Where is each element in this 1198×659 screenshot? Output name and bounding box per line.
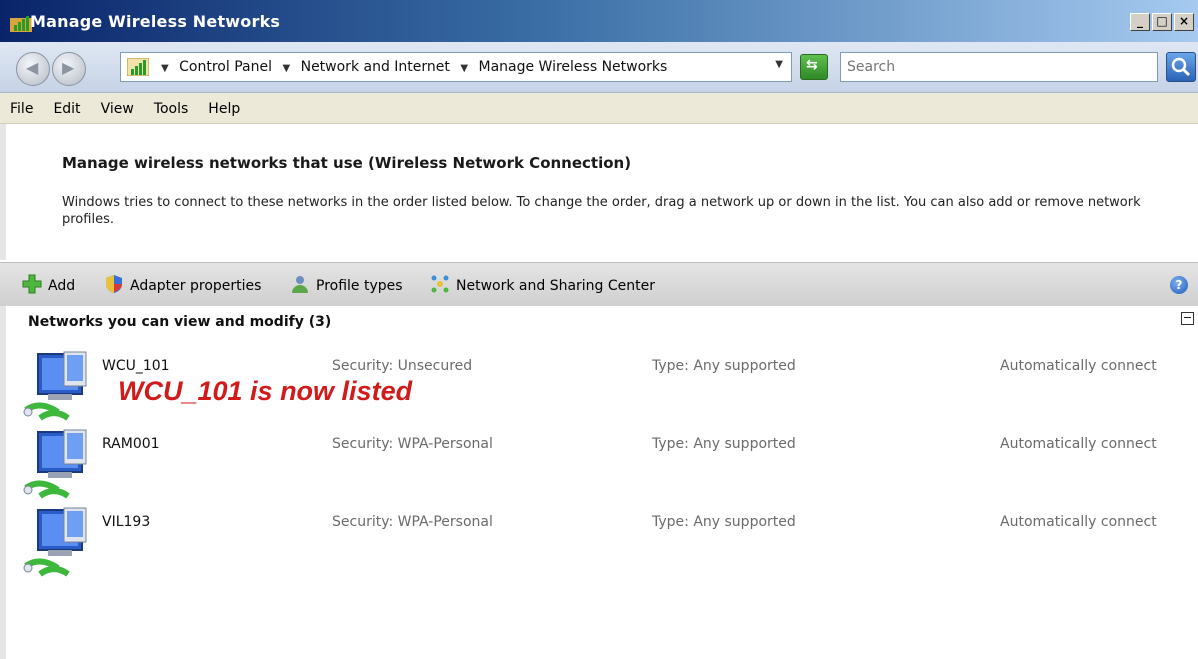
menu-file[interactable]: File xyxy=(0,93,43,117)
network-name: VIL193 xyxy=(102,514,151,530)
refresh-icon: ⇆ xyxy=(806,57,818,73)
user-icon xyxy=(292,276,308,293)
network-type: Type: Any supported xyxy=(652,514,796,530)
network-name: WCU_101 xyxy=(102,358,170,374)
help-button[interactable]: ? xyxy=(1170,276,1188,294)
collapse-button[interactable]: − xyxy=(1181,312,1194,325)
manage-wireless-networks-window: Manage Wireless Networks _ □ × ◀ ▶ ▼ Con… xyxy=(0,0,1198,659)
search-icon xyxy=(1171,57,1191,77)
network-list: Networks you can view and modify (3) − W… xyxy=(0,306,1198,659)
back-button[interactable]: ◀ xyxy=(16,52,50,86)
breadcrumb-network-internet[interactable]: Network and Internet xyxy=(301,59,450,75)
menu-bar: File Edit View Tools Help xyxy=(0,93,1198,124)
address-toolbar: ◀ ▶ ▼ Control Panel ▼ Network and Intern… xyxy=(0,42,1198,93)
network-row[interactable]: RAM001 Security: WPA-Personal Type: Any … xyxy=(6,426,1196,502)
shield-icon xyxy=(106,275,122,293)
title-bar[interactable]: Manage Wireless Networks _ □ × xyxy=(0,0,1198,42)
network-sharing-label: Network and Sharing Center xyxy=(456,278,656,294)
network-connect-mode: Automatically connect xyxy=(1000,514,1157,530)
breadcrumb-manage-wireless[interactable]: Manage Wireless Networks xyxy=(479,59,668,75)
wireless-network-icon xyxy=(10,16,32,32)
breadcrumb: ▼ Control Panel ▼ Network and Internet ▼… xyxy=(155,59,667,75)
breadcrumb-arrow-icon[interactable]: ▼ xyxy=(282,63,290,74)
network-row[interactable]: VIL193 Security: WPA-Personal Type: Any … xyxy=(6,504,1196,580)
network-connect-mode: Automatically connect xyxy=(1000,358,1157,374)
network-name: RAM001 xyxy=(102,436,160,452)
add-label: Add xyxy=(48,278,76,294)
network-type: Type: Any supported xyxy=(652,358,796,374)
adapter-properties-button[interactable]: Adapter properties xyxy=(104,274,261,294)
forward-button[interactable]: ▶ xyxy=(52,52,86,86)
search-box[interactable] xyxy=(840,52,1158,82)
minimize-button[interactable]: _ xyxy=(1130,13,1150,31)
breadcrumb-arrow-icon[interactable]: ▼ xyxy=(161,63,169,74)
address-bar[interactable]: ▼ Control Panel ▼ Network and Internet ▼… xyxy=(120,52,792,82)
wireless-network-icon xyxy=(23,507,87,577)
wireless-network-icon xyxy=(23,351,87,421)
refresh-button[interactable]: ⇆ xyxy=(800,54,828,80)
profile-types-label: Profile types xyxy=(316,278,403,294)
page-title: Manage wireless networks that use (Wirel… xyxy=(62,154,632,172)
network-type: Type: Any supported xyxy=(652,436,796,452)
network-signal-icon xyxy=(127,58,149,76)
menu-view[interactable]: View xyxy=(91,93,144,117)
network-sharing-icon xyxy=(431,275,449,293)
profile-types-button[interactable]: Profile types xyxy=(290,274,403,294)
network-security: Security: Unsecured xyxy=(332,358,473,374)
address-dropdown-icon[interactable]: ▼ xyxy=(775,59,783,70)
close-button[interactable]: × xyxy=(1174,13,1194,31)
command-bar: Add Adapter properties Profile types Net… xyxy=(0,262,1198,308)
page-header: Manage wireless networks that use (Wirel… xyxy=(0,124,1198,260)
search-input[interactable] xyxy=(845,53,1149,81)
network-security: Security: WPA-Personal xyxy=(332,514,493,530)
maximize-button[interactable]: □ xyxy=(1152,13,1172,31)
page-description: Windows tries to connect to these networ… xyxy=(62,195,1141,227)
add-icon xyxy=(22,274,42,294)
search-button[interactable] xyxy=(1166,52,1196,82)
network-connect-mode: Automatically connect xyxy=(1000,436,1157,452)
wireless-network-icon xyxy=(23,429,87,499)
add-button[interactable]: Add xyxy=(22,274,75,294)
menu-help[interactable]: Help xyxy=(198,93,250,117)
network-sharing-center-button[interactable]: Network and Sharing Center xyxy=(430,274,655,294)
annotation-label: WCU_101 is now listed xyxy=(118,376,413,406)
menu-edit[interactable]: Edit xyxy=(43,93,90,117)
breadcrumb-arrow-icon[interactable]: ▼ xyxy=(460,63,468,74)
network-security: Security: WPA-Personal xyxy=(332,436,493,452)
adapter-properties-label: Adapter properties xyxy=(130,278,262,294)
window-title: Manage Wireless Networks xyxy=(30,12,281,31)
forward-arrow-icon: ▶ xyxy=(62,58,75,77)
back-arrow-icon: ◀ xyxy=(26,58,39,77)
breadcrumb-control-panel[interactable]: Control Panel xyxy=(179,59,272,75)
group-header[interactable]: Networks you can view and modify (3) xyxy=(28,314,331,330)
menu-tools[interactable]: Tools xyxy=(144,93,199,117)
